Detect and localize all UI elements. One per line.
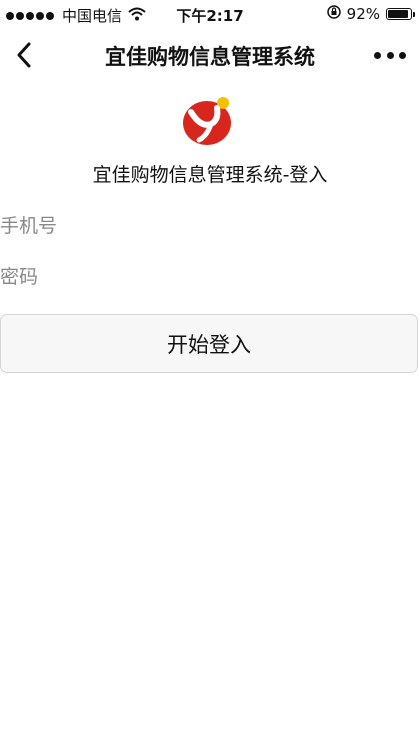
rotation-lock-icon [326,5,341,23]
password-input[interactable] [0,261,420,293]
battery-icon [386,8,415,20]
phone-input[interactable] [0,210,420,242]
phone-field-container [0,210,420,242]
login-title: 宜佳购物信息管理系统-登入 [92,164,328,186]
nav-bar: 宜佳购物信息管理系统 [0,28,420,82]
status-bar: 中国电信 下午2:17 92% [0,0,420,28]
more-dots-icon [374,51,381,59]
login-button[interactable]: 开始登入 [0,314,418,373]
page-title: 宜佳购物信息管理系统 [105,45,315,69]
more-button[interactable] [374,46,406,64]
back-button[interactable] [10,40,38,70]
brand-logo [181,94,237,146]
battery-percent: 92% [346,5,380,23]
password-field-container [0,261,420,293]
chevron-left-icon [17,42,31,68]
status-right: 92% [326,5,415,23]
battery-fill [388,10,409,18]
